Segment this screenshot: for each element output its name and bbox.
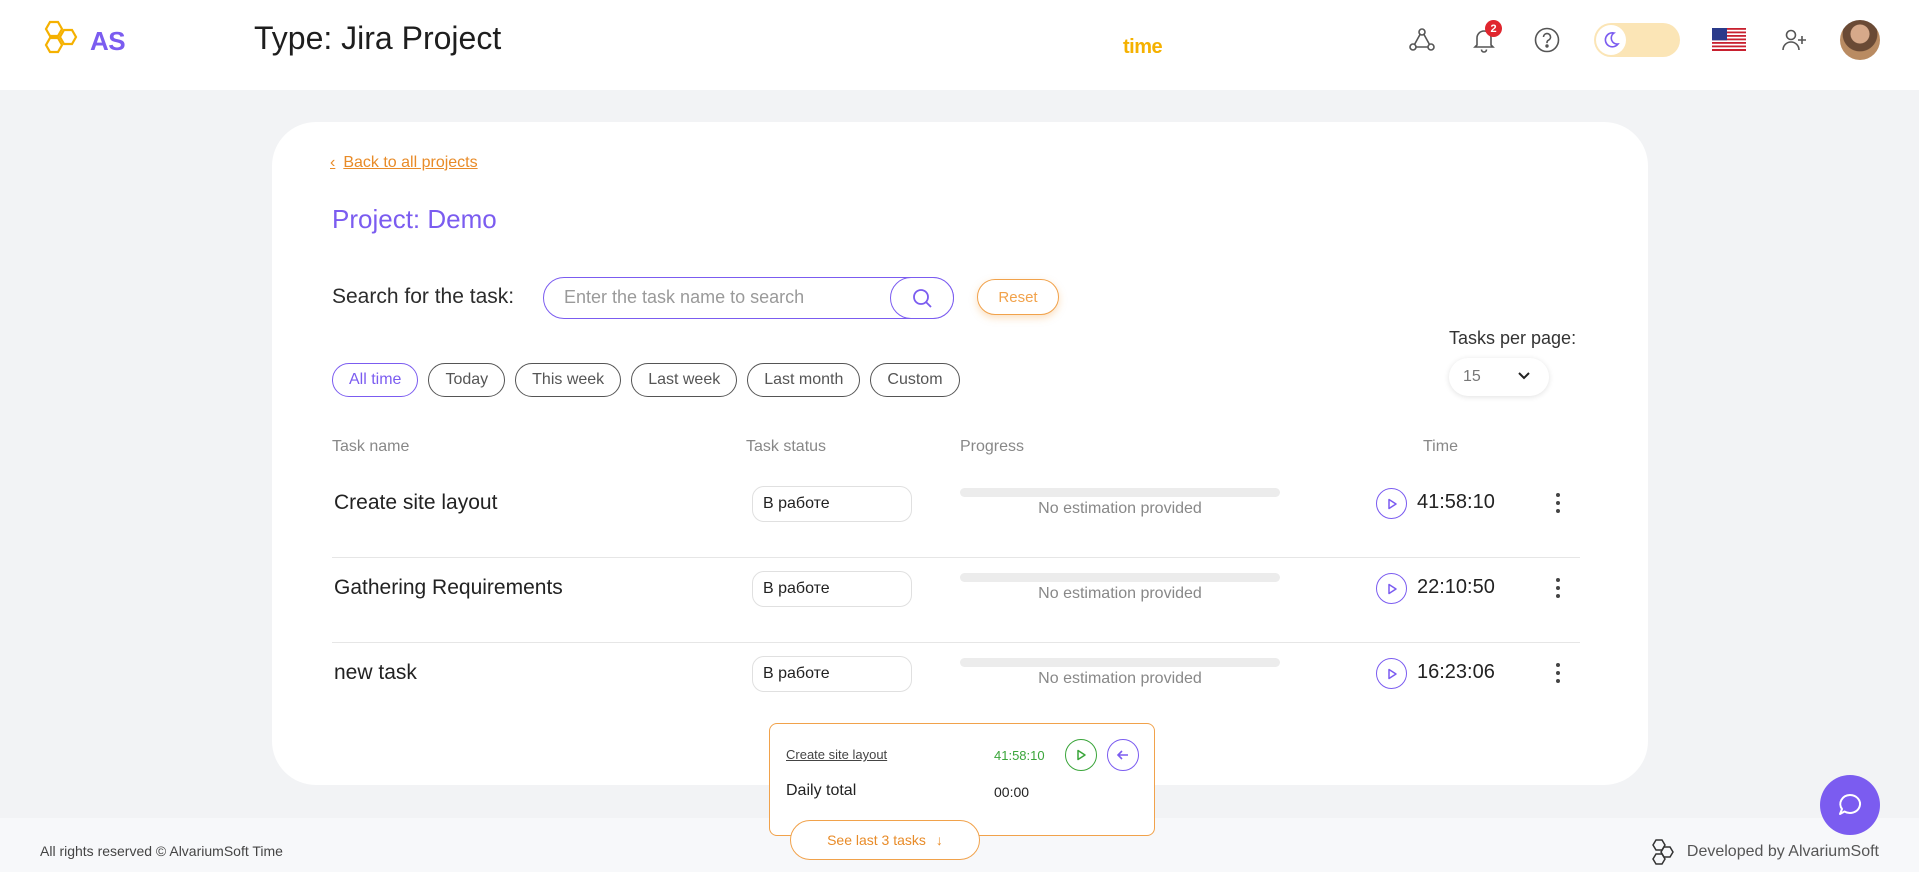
search-input[interactable] (564, 287, 864, 308)
play-button[interactable] (1376, 658, 1407, 689)
add-user-icon[interactable] (1776, 22, 1812, 58)
task-status-select[interactable]: В работе (752, 486, 912, 522)
more-options-icon[interactable] (1552, 576, 1564, 600)
daily-total-value: 00:00 (994, 784, 1030, 800)
filter-custom[interactable]: Custom (870, 363, 960, 397)
task-time: 22:10:50 (1417, 576, 1495, 598)
theme-toggle[interactable] (1594, 23, 1680, 57)
project-title: Project: Demo (332, 204, 497, 234)
task-name[interactable]: Create site layout (334, 491, 497, 515)
filter-last-month[interactable]: Last month (747, 363, 861, 397)
tasks-per-page-label: Tasks per page: (1449, 328, 1577, 348)
see-last-tasks-button[interactable]: See last 3 tasks ↓ (790, 820, 980, 860)
progress-text: No estimation provided (1038, 500, 1202, 517)
notification-badge: 2 (1485, 20, 1502, 37)
honeycomb-logo-icon (44, 20, 78, 54)
time-filters: All time Today This week Last week Last … (332, 363, 970, 397)
table-row: new task В работе No estimation provided… (332, 643, 1580, 728)
chevron-left-icon: ‹ (330, 154, 336, 171)
back-to-projects-link[interactable]: ‹ Back to all projects (330, 154, 478, 172)
chat-support-button[interactable] (1820, 775, 1880, 835)
arrow-left-icon (1116, 750, 1128, 760)
help-icon[interactable] (1529, 22, 1565, 58)
search-label: Search for the task: (332, 285, 515, 308)
progress-text: No estimation provided (1038, 670, 1202, 687)
play-icon (1387, 498, 1397, 509)
user-avatar[interactable] (1840, 20, 1880, 60)
filter-all-time[interactable]: All time (332, 363, 419, 397)
copyright-text: All rights reserved © AlvariumSoft Time (40, 843, 283, 859)
progress-bar (960, 573, 1280, 582)
widget-play-button[interactable] (1065, 739, 1097, 771)
top-header: AS time Type: Jira Project 2 (0, 0, 1919, 90)
widget-task-time: 41:58:10 (994, 748, 1045, 763)
column-header-task-name: Task name (332, 438, 410, 455)
task-status-select[interactable]: В работе (752, 571, 912, 607)
project-card: ‹ Back to all projects Project: Demo Sea… (272, 122, 1648, 785)
page-title: Type: Jira Project (254, 20, 502, 56)
task-name[interactable]: Gathering Requirements (334, 576, 563, 600)
play-button[interactable] (1376, 573, 1407, 604)
widget-task-link[interactable]: Create site layout (786, 747, 887, 762)
filter-this-week[interactable]: This week (515, 363, 622, 397)
tasks-per-page-select[interactable]: 15 (1449, 358, 1549, 396)
column-header-time: Time (1423, 438, 1458, 455)
moon-icon (1596, 25, 1626, 55)
chat-icon (1839, 793, 1861, 815)
filter-last-week[interactable]: Last week (631, 363, 738, 397)
more-options-icon[interactable] (1552, 491, 1564, 515)
table-row: Gathering Requirements В работе No estim… (332, 558, 1580, 643)
integrations-icon[interactable] (1404, 22, 1440, 58)
column-header-progress: Progress (960, 438, 1025, 455)
logo-text: AS time (90, 25, 1163, 59)
play-icon (1077, 749, 1086, 761)
task-time: 16:23:06 (1417, 661, 1495, 683)
alvariumsoft-logo-icon (1652, 839, 1674, 865)
task-name[interactable]: new task (334, 661, 417, 685)
chevron-down-icon (1518, 372, 1530, 380)
reset-button[interactable]: Reset (977, 279, 1059, 315)
search-box (543, 276, 954, 319)
widget-collapse-button[interactable] (1107, 739, 1139, 771)
progress-bar (960, 658, 1280, 667)
column-header-task-status: Task status (746, 438, 827, 455)
astime-logo[interactable]: AS time (38, 18, 1163, 64)
more-options-icon[interactable] (1552, 661, 1564, 685)
developed-by[interactable]: Developed by AlvariumSoft (1647, 837, 1879, 867)
table-row: Create site layout В работе No estimatio… (332, 473, 1580, 558)
us-flag-icon[interactable] (1712, 28, 1746, 51)
play-icon (1387, 668, 1397, 679)
progress-text: No estimation provided (1038, 585, 1202, 602)
search-button[interactable] (890, 276, 954, 319)
daily-total-label: Daily total (786, 782, 857, 799)
play-button[interactable] (1376, 488, 1407, 519)
task-status-select[interactable]: В работе (752, 656, 912, 692)
search-icon (913, 288, 932, 308)
task-time: 41:58:10 (1417, 491, 1495, 513)
arrow-down-icon: ↓ (935, 832, 943, 848)
play-icon (1387, 583, 1397, 594)
progress-bar (960, 488, 1280, 497)
filter-today[interactable]: Today (428, 363, 506, 397)
bell-icon[interactable]: 2 (1466, 20, 1502, 58)
